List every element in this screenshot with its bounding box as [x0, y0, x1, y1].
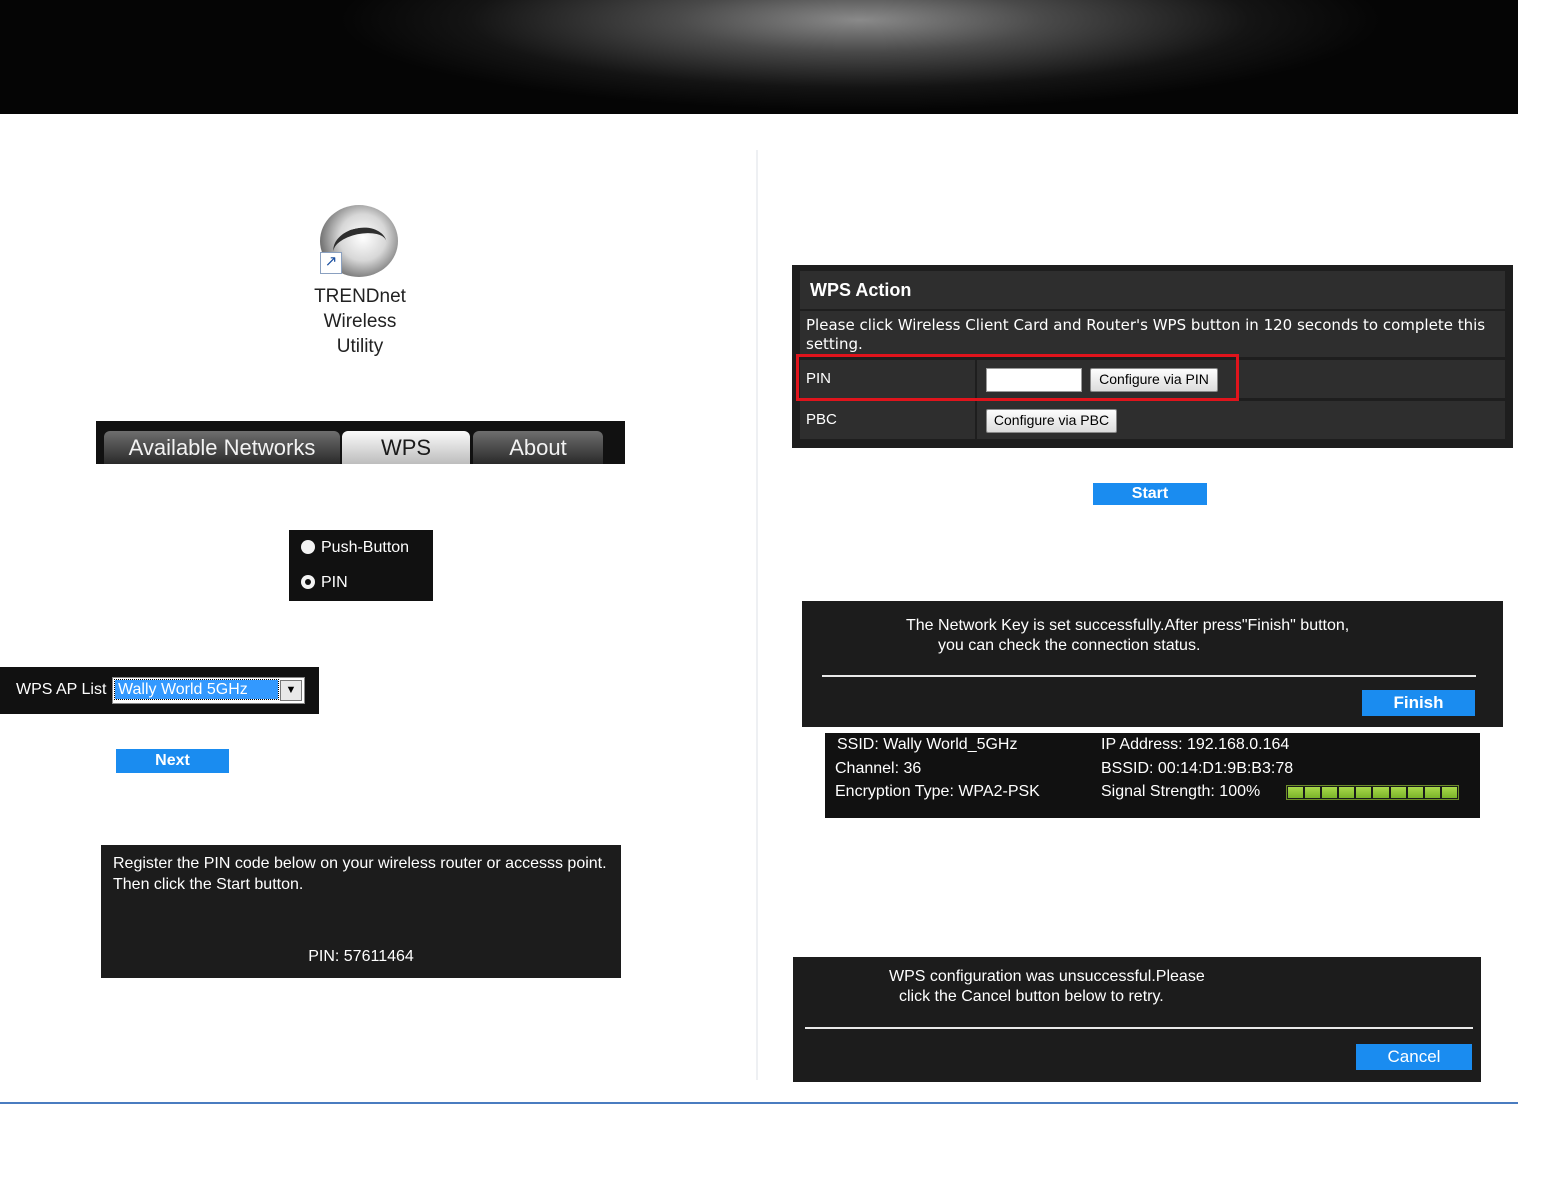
signal-segment — [1441, 787, 1457, 798]
radio-label-push-button: Push-Button — [321, 539, 410, 556]
pin-code: PIN: 57611464 — [308, 948, 414, 965]
radio-option-pin[interactable]: PIN — [301, 573, 348, 593]
shortcut-label-line-1: TRENDnet — [314, 286, 406, 307]
wps-success-message: The Network Key is set successfully.Afte… — [802, 616, 1503, 656]
wps-ap-list-label: WPS AP List — [16, 681, 107, 698]
wps-ap-list-select[interactable]: Wally World 5GHz ▼ — [112, 677, 305, 704]
wps-pbc-label: PBC — [800, 401, 977, 439]
wps-pbc-row: PBC Configure via PBC — [800, 401, 1505, 439]
wps-method-radio-group: Push-Button PIN — [289, 530, 433, 601]
signal-segment — [1322, 787, 1338, 798]
shortcut-label-line-2: Wireless — [323, 311, 397, 332]
connection-status-panel: SSID: Wally World_5GHz Channel: 36 Encry… — [825, 733, 1480, 818]
status-ip-address: IP Address: 192.168.0.164 — [1101, 736, 1290, 753]
signal-segment — [1390, 787, 1406, 798]
wps-ap-list-selected-value[interactable]: Wally World 5GHz — [114, 679, 279, 700]
radio-option-push-button[interactable]: Push-Button — [301, 538, 409, 558]
radio-label-pin: PIN — [321, 574, 348, 591]
status-channel: Channel: 36 — [835, 760, 922, 777]
wps-success-line-2: you can check the connection status. — [938, 637, 1201, 654]
wps-fail-panel: WPS configuration was unsuccessful.Pleas… — [793, 957, 1481, 1082]
configure-via-pbc-button[interactable]: Configure via PBC — [986, 409, 1117, 433]
finish-button[interactable]: Finish — [1362, 690, 1475, 716]
signal-segment — [1305, 787, 1321, 798]
status-encryption: Encryption Type: WPA2-PSK — [835, 783, 1040, 800]
wps-action-description: Please click Wireless Client Card and Ro… — [800, 311, 1505, 357]
tab-available-networks[interactable]: Available Networks — [104, 431, 340, 464]
signal-segment — [1373, 787, 1389, 798]
signal-segment — [1339, 787, 1355, 798]
wps-success-line-1: The Network Key is set successfully.Afte… — [906, 617, 1350, 634]
status-ssid: SSID: Wally World_5GHz — [837, 736, 1018, 753]
header-banner — [0, 0, 1518, 114]
pin-register-panel: Register the PIN code below on your wire… — [101, 845, 621, 978]
signal-strength-bar — [1286, 785, 1459, 800]
signal-segment — [1407, 787, 1423, 798]
cancel-button[interactable]: Cancel — [1356, 1044, 1472, 1070]
shortcut-label: TRENDnet Wireless Utility — [300, 284, 420, 359]
fail-divider — [805, 1027, 1473, 1029]
signal-segment — [1424, 787, 1440, 798]
trendnet-wireless-utility-shortcut[interactable]: ↗ TRENDnet Wireless Utility — [300, 200, 420, 360]
shortcut-label-line-3: Utility — [336, 336, 384, 357]
tab-about[interactable]: About — [473, 431, 603, 464]
radio-checked-icon[interactable] — [301, 574, 315, 589]
wps-ap-list-panel: WPS AP List Wally World 5GHz ▼ — [0, 667, 319, 714]
footer-rule — [0, 1102, 1518, 1104]
status-signal-strength: Signal Strength: 100% — [1101, 783, 1261, 800]
status-bssid: BSSID: 00:14:D1:9B:B3:78 — [1101, 760, 1294, 777]
wps-fail-line-2: click the Cancel button below to retry. — [899, 988, 1164, 1005]
tab-wps[interactable]: WPS — [342, 431, 470, 464]
dropdown-arrow-icon[interactable]: ▼ — [280, 680, 302, 701]
next-button[interactable]: Next — [116, 749, 229, 773]
wps-success-panel: The Network Key is set successfully.Afte… — [802, 601, 1503, 727]
signal-segment — [1356, 787, 1372, 798]
column-divider — [756, 150, 758, 1080]
pin-row-highlight — [796, 354, 1239, 401]
success-divider — [822, 675, 1476, 677]
start-button[interactable]: Start — [1093, 483, 1207, 505]
signal-segment — [1288, 787, 1304, 798]
shortcut-arrow-icon: ↗ — [320, 252, 342, 274]
radio-unchecked-icon[interactable] — [301, 539, 315, 554]
pin-register-message: Register the PIN code below on your wire… — [113, 855, 607, 893]
wps-fail-line-1: WPS configuration was unsuccessful.Pleas… — [889, 968, 1205, 985]
utility-tab-bar: Available Networks WPS About — [96, 421, 625, 464]
wps-action-title: WPS Action — [800, 271, 1505, 309]
